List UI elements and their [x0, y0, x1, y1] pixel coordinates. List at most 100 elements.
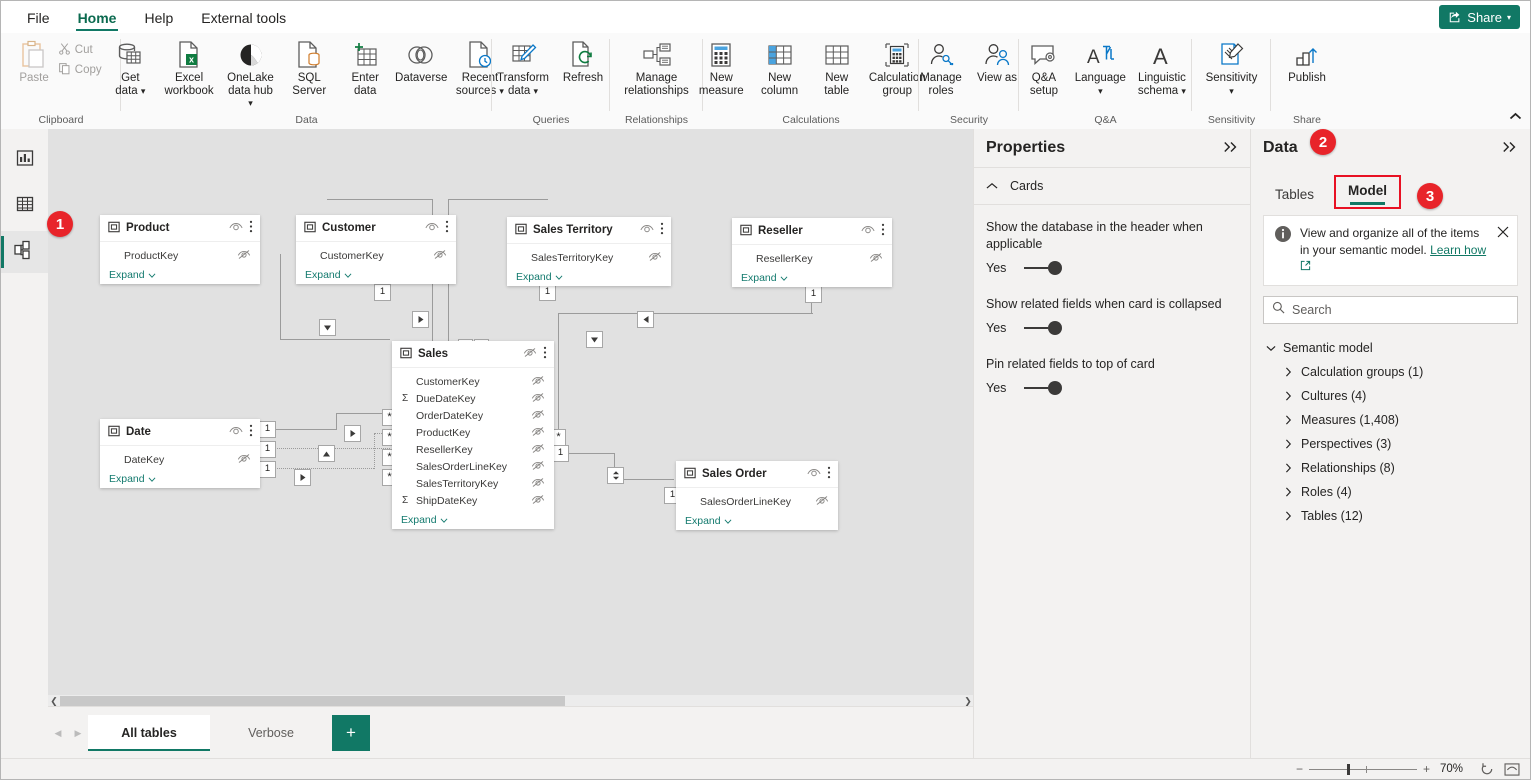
manage-roles-button[interactable]: Manage roles	[913, 36, 969, 99]
sidebar-item-model-view[interactable]	[1, 231, 48, 273]
ribbon-tab-file[interactable]: File	[13, 3, 64, 33]
publish-button[interactable]: Publish	[1279, 36, 1335, 87]
collapse-ribbon-button[interactable]	[1509, 112, 1522, 124]
hidden-eye-icon[interactable]	[648, 251, 662, 265]
onelake-data-hub-button[interactable]: OneLake data hub ▾	[220, 36, 281, 112]
table-field-row[interactable]: SalesTerritoryKey	[392, 475, 554, 492]
table-card-sales-territory[interactable]: Sales Territory SalesTerritoryKey	[507, 217, 671, 286]
toggle-switch[interactable]	[1024, 380, 1062, 396]
external-link-icon[interactable]	[1300, 260, 1311, 274]
eye-icon[interactable]	[229, 426, 243, 439]
table-expand-button[interactable]: Expand	[676, 512, 838, 530]
table-expand-button[interactable]: Expand	[392, 511, 554, 529]
eye-icon[interactable]	[229, 222, 243, 235]
tree-node-calculation-groups[interactable]: Calculation groups (1)	[1251, 360, 1530, 384]
scroll-left-arrow-icon[interactable]: ❮	[48, 696, 60, 707]
eye-icon[interactable]	[807, 468, 821, 481]
page-tab-verbose[interactable]: Verbose	[210, 715, 332, 751]
hidden-eye-icon[interactable]	[531, 375, 545, 389]
get-data-button[interactable]: Get data ▾	[102, 36, 158, 99]
hidden-eye-icon[interactable]	[531, 443, 545, 457]
zoom-in-button[interactable]: +	[1423, 762, 1430, 776]
copy-button[interactable]: Copy	[53, 60, 107, 80]
page-next-button[interactable]: ▶	[68, 728, 88, 739]
table-expand-button[interactable]: Expand	[507, 268, 671, 286]
table-card-header[interactable]: Sales	[392, 341, 554, 368]
cut-button[interactable]: Cut	[53, 40, 107, 60]
tree-node-semantic-model[interactable]: Semantic model	[1251, 336, 1530, 360]
scrollbar-thumb[interactable]	[60, 696, 565, 706]
dataverse-button[interactable]: Dataverse	[393, 36, 449, 87]
table-expand-button[interactable]: Expand	[732, 269, 892, 287]
table-card-sales-order[interactable]: Sales Order SalesOrderLineKey	[676, 461, 838, 530]
sensitivity-button[interactable]: Sensitivity▾	[1200, 36, 1264, 99]
model-diagram-canvas[interactable]: 1 1 1 1 1 1 1 1 1 * * * * * * *	[48, 129, 974, 695]
table-field-row[interactable]: CustomerKey	[296, 247, 456, 264]
qa-setup-button[interactable]: Q&A setup	[1016, 36, 1072, 99]
search-input[interactable]: Search	[1263, 296, 1518, 324]
zoom-out-button[interactable]: −	[1296, 762, 1303, 776]
tab-model[interactable]: Model	[1334, 175, 1401, 209]
tree-node-measures[interactable]: Measures (1,408)	[1251, 408, 1530, 432]
more-options-icon[interactable]	[249, 220, 253, 236]
learn-how-link[interactable]: Learn how	[1430, 243, 1486, 257]
properties-section-cards[interactable]: Cards	[974, 168, 1251, 205]
excel-workbook-button[interactable]: x Excel workbook	[158, 36, 219, 99]
refresh-button[interactable]: Refresh	[555, 36, 611, 87]
table-field-row[interactable]: DateKey	[100, 451, 260, 468]
manage-relationships-button[interactable]: Manage relationships	[610, 36, 703, 99]
paste-button[interactable]: Paste	[15, 36, 52, 86]
page-prev-button[interactable]: ◀	[48, 728, 68, 739]
hidden-eye-icon[interactable]	[869, 252, 883, 266]
add-page-button[interactable]: +	[332, 715, 370, 751]
hidden-eye-icon[interactable]	[531, 494, 545, 508]
fit-to-screen-icon[interactable]	[1504, 763, 1520, 776]
new-measure-button[interactable]: New measure	[692, 36, 750, 99]
reset-zoom-icon[interactable]	[1480, 762, 1494, 776]
linguistic-schema-button[interactable]: A Linguistic schema ▾	[1129, 36, 1195, 99]
eye-icon[interactable]	[425, 222, 439, 235]
hidden-eye-icon[interactable]	[531, 426, 545, 440]
table-expand-button[interactable]: Expand	[296, 266, 456, 284]
hidden-eye-icon[interactable]	[433, 249, 447, 263]
sidebar-item-table-view[interactable]	[1, 185, 48, 227]
zoom-slider[interactable]: − +	[1296, 762, 1430, 776]
close-icon[interactable]	[1497, 225, 1509, 276]
table-card-header[interactable]: Customer	[296, 215, 456, 242]
eye-icon[interactable]	[861, 225, 875, 238]
hidden-eye-icon[interactable]	[531, 460, 545, 474]
tree-node-cultures[interactable]: Cultures (4)	[1251, 384, 1530, 408]
zoom-slider-track[interactable]	[1309, 764, 1417, 774]
hidden-eye-icon[interactable]	[815, 495, 829, 509]
hidden-eye-icon[interactable]	[531, 392, 545, 406]
table-card-header[interactable]: Sales Territory	[507, 217, 671, 244]
ribbon-tab-help[interactable]: Help	[130, 3, 187, 33]
double-chevron-right-icon[interactable]	[1223, 140, 1239, 156]
tree-node-roles[interactable]: Roles (4)	[1251, 480, 1530, 504]
table-card-header[interactable]: Sales Order	[676, 461, 838, 488]
hidden-eye-icon[interactable]	[523, 347, 537, 361]
more-options-icon[interactable]	[249, 424, 253, 440]
table-field-row[interactable]: SalesOrderLineKey	[392, 458, 554, 475]
table-field-row[interactable]: OrderDateKey	[392, 407, 554, 424]
new-column-button[interactable]: New column	[750, 36, 808, 99]
more-options-icon[interactable]	[543, 346, 547, 362]
table-card-customer[interactable]: Customer CustomerKey	[296, 215, 456, 284]
tab-tables[interactable]: Tables	[1261, 187, 1328, 209]
tree-node-relationships[interactable]: Relationships (8)	[1251, 456, 1530, 480]
table-expand-button[interactable]: Expand	[100, 266, 260, 284]
table-field-row[interactable]: ResellerKey	[392, 441, 554, 458]
more-options-icon[interactable]	[827, 466, 831, 482]
page-tab-all-tables[interactable]: All tables	[88, 715, 210, 751]
table-expand-button[interactable]: Expand	[100, 470, 260, 488]
hidden-eye-icon[interactable]	[531, 409, 545, 423]
more-options-icon[interactable]	[445, 220, 449, 236]
table-field-row[interactable]: CustomerKey	[392, 373, 554, 390]
share-button[interactable]: Share ▾	[1439, 5, 1520, 29]
enter-data-button[interactable]: Enter data	[337, 36, 393, 99]
sql-server-button[interactable]: SQL Server	[281, 36, 337, 99]
tree-node-tables[interactable]: Tables (12)	[1251, 504, 1530, 528]
table-field-row[interactable]: Σ ShipDateKey	[392, 492, 554, 509]
table-card-product[interactable]: Product ProductKey	[100, 215, 260, 284]
toggle-switch[interactable]	[1024, 260, 1062, 276]
